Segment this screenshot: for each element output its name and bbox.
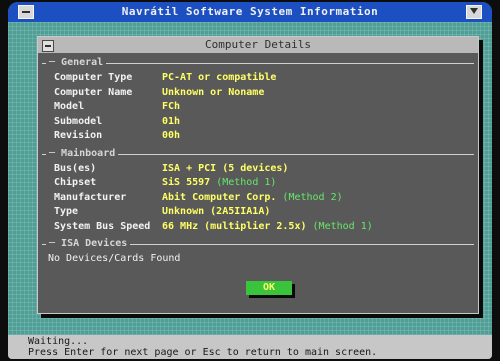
isa-devices-text: No Devices/Cards Found: [48, 253, 181, 264]
status-line-hint: Press Enter for next page or Esc to retu…: [28, 347, 378, 358]
window-titlebar: Navrátil Software System Information: [8, 2, 492, 22]
dialog-title: Computer Details: [205, 38, 311, 51]
section-general: ─ General Computer Type PC-AT or compatib…: [42, 57, 474, 144]
dropdown-arrow-icon[interactable]: [466, 5, 482, 19]
dos-screen: Navrátil Software System Information Com…: [8, 2, 492, 359]
section-mainboard: ─ Mainboard Bus(es) ISA + PCI (5 devices)…: [42, 147, 474, 235]
minimize-icon[interactable]: [18, 5, 34, 19]
info-row-revision: Revision 00h: [54, 130, 181, 141]
section-label-isa: ─ ISA Devices: [46, 238, 131, 250]
info-row-chipset: Chipset SiS 5597 (Method 1): [54, 177, 277, 188]
section-label-mainboard: ─ Mainboard: [46, 147, 119, 160]
window-title: Navrátil Software System Information: [121, 5, 379, 18]
ok-button[interactable]: OK: [246, 281, 292, 295]
info-row-type: Type Unknown (2A5IIA1A): [54, 206, 271, 217]
info-row-buses: Bus(es) ISA + PCI (5 devices): [54, 162, 289, 174]
computer-details-dialog: Computer Details ─ General Computer Type…: [37, 36, 479, 314]
info-row-manufacturer: Manufacturer Abit Computer Corp. (Method …: [54, 191, 343, 203]
status-line-waiting: Waiting...: [28, 336, 89, 347]
dialog-titlebar: Computer Details: [38, 37, 478, 53]
info-row-computer-type: Computer Type PC-AT or compatible: [54, 72, 277, 83]
info-row-submodel: Submodel 01h: [54, 115, 181, 127]
close-icon[interactable]: [42, 40, 54, 52]
info-row-computer-name: Computer Name Unknown or Noname: [54, 86, 265, 98]
info-row-system-bus-speed: System Bus Speed 66 MHz (multiplier 2.5x)…: [54, 220, 373, 232]
info-row-model: Model FCh: [54, 101, 181, 112]
section-isa-devices: ─ ISA Devices No Devices/Cards Found: [42, 238, 474, 267]
section-label-general: ─ General: [46, 57, 107, 69]
status-bar: Waiting... Press Enter for next page or …: [8, 335, 492, 359]
